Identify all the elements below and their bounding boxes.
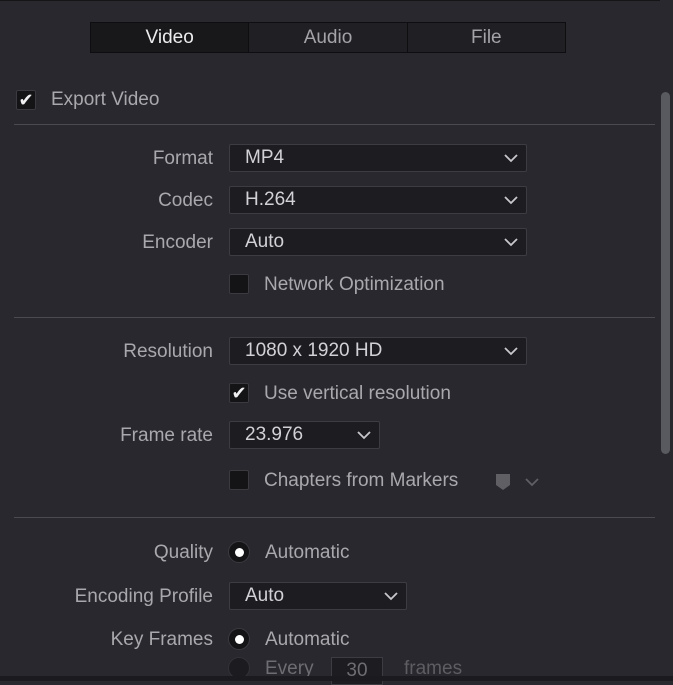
resolution-value: 1080 x 1920 HD bbox=[245, 340, 383, 361]
checkmark-icon: ✔ bbox=[18, 90, 34, 110]
vertical-scrollbar[interactable] bbox=[660, 92, 671, 454]
chapters-label: Chapters from Markers bbox=[264, 470, 459, 491]
key-frames-automatic-radio[interactable] bbox=[228, 628, 250, 650]
resolution-select[interactable]: 1080 x 1920 HD bbox=[229, 337, 527, 365]
key-frames-automatic-label: Automatic bbox=[265, 629, 350, 650]
quality-automatic-label: Automatic bbox=[265, 542, 350, 563]
vertical-resolution-checkbox[interactable]: ✔ bbox=[229, 383, 249, 403]
divider bbox=[14, 517, 655, 518]
tab-file[interactable]: File bbox=[406, 23, 565, 52]
quality-automatic-radio[interactable] bbox=[228, 541, 250, 563]
radio-dot bbox=[234, 547, 244, 557]
encoder-value: Auto bbox=[245, 231, 285, 252]
top-border bbox=[0, 0, 660, 1]
chevron-down-icon bbox=[496, 346, 526, 356]
tab-audio[interactable]: Audio bbox=[248, 23, 406, 52]
chevron-down-icon bbox=[349, 430, 379, 440]
export-video-checkbox[interactable]: ✔ bbox=[16, 90, 36, 110]
divider bbox=[14, 124, 655, 125]
encoder-label: Encoder bbox=[142, 232, 213, 253]
codec-label: Codec bbox=[158, 190, 213, 211]
network-optimization-label: Network Optimization bbox=[264, 274, 445, 295]
chevron-down-icon bbox=[525, 477, 539, 486]
chevron-down-icon bbox=[496, 237, 526, 247]
codec-value: H.264 bbox=[245, 189, 296, 210]
format-value: MP4 bbox=[245, 147, 285, 168]
marker-icon bbox=[496, 474, 510, 490]
chevron-down-icon bbox=[496, 153, 526, 163]
frame-rate-select[interactable]: 23.976 bbox=[229, 421, 380, 449]
resolution-label: Resolution bbox=[123, 341, 213, 362]
format-select[interactable]: MP4 bbox=[229, 144, 527, 172]
chevron-down-icon bbox=[376, 591, 406, 601]
vertical-resolution-label: Use vertical resolution bbox=[264, 383, 451, 404]
encoding-profile-value: Auto bbox=[245, 585, 285, 606]
chapters-checkbox[interactable]: ✔ bbox=[229, 470, 249, 490]
frame-rate-label: Frame rate bbox=[120, 425, 213, 446]
format-label: Format bbox=[152, 148, 213, 169]
radio-dot bbox=[234, 634, 244, 644]
scrollbar-thumb[interactable] bbox=[661, 92, 670, 454]
bottom-border bbox=[0, 676, 673, 681]
codec-select[interactable]: H.264 bbox=[229, 186, 527, 214]
encoder-select[interactable]: Auto bbox=[229, 228, 527, 256]
divider bbox=[14, 317, 655, 318]
network-optimization-checkbox[interactable]: ✔ bbox=[229, 274, 249, 294]
quality-label: Quality bbox=[153, 542, 213, 563]
tab-video[interactable]: Video bbox=[91, 23, 249, 52]
key-frames-label: Key Frames bbox=[110, 629, 213, 650]
marker-color-picker[interactable] bbox=[495, 473, 539, 491]
checkmark-icon: ✔ bbox=[231, 383, 247, 403]
chevron-down-icon bbox=[496, 195, 526, 205]
frame-rate-value: 23.976 bbox=[245, 424, 304, 445]
export-video-label: Export Video bbox=[51, 89, 160, 110]
encoding-profile-select[interactable]: Auto bbox=[229, 582, 407, 610]
tab-bar: Video Audio File bbox=[90, 22, 566, 53]
encoding-profile-label: Encoding Profile bbox=[74, 586, 213, 607]
